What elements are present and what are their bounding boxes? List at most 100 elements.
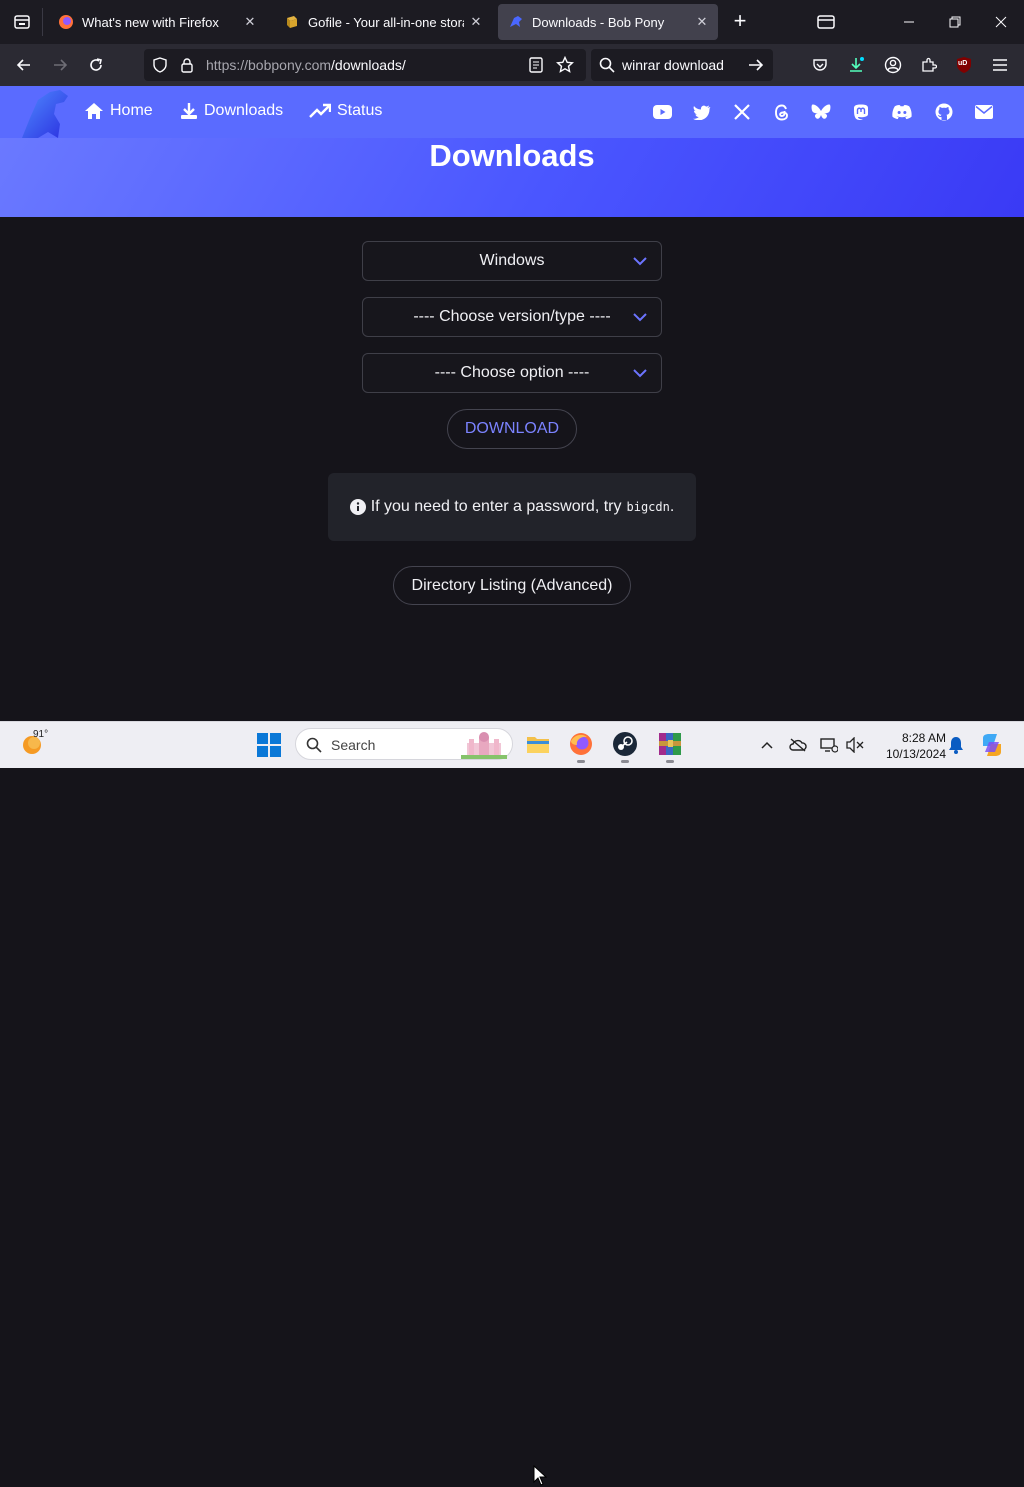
discord-link[interactable] bbox=[892, 102, 912, 122]
forward-button[interactable] bbox=[47, 52, 73, 78]
email-link[interactable] bbox=[974, 102, 994, 122]
youtube-link[interactable] bbox=[652, 102, 672, 122]
directory-listing-button[interactable]: Directory Listing (Advanced) bbox=[393, 566, 631, 605]
pocket-button[interactable] bbox=[807, 52, 833, 78]
ublock-origin-button[interactable]: uD bbox=[951, 52, 977, 78]
copilot-icon[interactable] bbox=[979, 732, 1005, 758]
running-indicator bbox=[621, 760, 629, 763]
os-select[interactable]: Windows bbox=[362, 241, 662, 281]
option-select[interactable]: ---- Choose option ---- bbox=[362, 353, 662, 393]
cloud-offline-icon bbox=[789, 738, 807, 752]
weather-temperature: 91° bbox=[33, 729, 49, 740]
notice-code: bigcdn bbox=[626, 500, 670, 514]
taskbar-search[interactable]: Search bbox=[295, 728, 513, 760]
close-window-button[interactable] bbox=[989, 10, 1013, 34]
search-go-arrow-icon[interactable] bbox=[748, 58, 764, 72]
new-tab-button[interactable]: + bbox=[728, 10, 752, 34]
tab-whats-new-firefox[interactable]: What's new with Firefox ✕ bbox=[48, 4, 266, 40]
chevron-down-icon bbox=[633, 257, 647, 266]
search-query: winrar download bbox=[622, 57, 724, 73]
nav-downloads[interactable]: Downloads bbox=[180, 102, 283, 120]
notifications-button[interactable] bbox=[946, 735, 966, 755]
firefox-view-icon bbox=[14, 15, 30, 29]
info-icon bbox=[349, 499, 366, 515]
hamburger-menu-icon bbox=[993, 59, 1007, 71]
volume-tray[interactable] bbox=[845, 735, 865, 755]
pocket-icon bbox=[813, 59, 827, 71]
windows-taskbar: 91° Search 8:28 AM 10/13/2024 bbox=[0, 721, 1024, 1486]
windows-start-icon[interactable] bbox=[257, 733, 281, 757]
back-button[interactable] bbox=[11, 52, 37, 78]
shield-icon[interactable] bbox=[152, 57, 168, 73]
tab-bob-pony-downloads[interactable]: Downloads - Bob Pony ✕ bbox=[498, 4, 718, 40]
running-indicator bbox=[666, 760, 674, 763]
reader-view-icon[interactable] bbox=[529, 57, 543, 73]
home-icon bbox=[85, 103, 103, 119]
clock-date: 10/13/2024 bbox=[885, 747, 946, 761]
clock-time: 8:28 AM bbox=[901, 731, 946, 745]
tab-separator bbox=[42, 8, 43, 36]
ublock-label: uD bbox=[958, 60, 968, 67]
search-bar[interactable]: winrar download bbox=[591, 49, 773, 81]
nav-downloads-label: Downloads bbox=[204, 102, 284, 119]
url-host: https://bobpony.com bbox=[206, 57, 332, 73]
download-button[interactable]: DOWNLOAD bbox=[447, 409, 577, 449]
nav-status[interactable]: Status bbox=[309, 102, 382, 120]
navigation-toolbar: https://bobpony.com/downloads/ winrar do… bbox=[0, 44, 1024, 86]
close-icon bbox=[995, 16, 1007, 28]
minimize-button[interactable] bbox=[897, 10, 921, 34]
threads-link[interactable] bbox=[772, 102, 792, 122]
account-icon bbox=[884, 56, 902, 74]
trending-up-icon bbox=[309, 103, 331, 118]
search-highlight-castle-icon bbox=[461, 732, 507, 759]
search-icon bbox=[306, 737, 322, 753]
close-tab-icon[interactable]: ✕ bbox=[238, 10, 262, 34]
list-all-tabs-icon[interactable] bbox=[816, 12, 836, 32]
bluesky-link[interactable] bbox=[811, 102, 831, 122]
close-tab-icon[interactable]: ✕ bbox=[464, 10, 488, 34]
restore-button[interactable] bbox=[943, 10, 967, 34]
show-hidden-icons-button[interactable] bbox=[757, 735, 777, 755]
x-link[interactable] bbox=[732, 102, 752, 122]
bobpony-logo[interactable] bbox=[20, 88, 72, 138]
extensions-button[interactable] bbox=[916, 52, 942, 78]
winrar-app-icon[interactable] bbox=[657, 731, 683, 757]
youtube-icon bbox=[652, 105, 672, 119]
bobpony-favicon-icon bbox=[510, 16, 522, 27]
url-text[interactable]: https://bobpony.com/downloads/ bbox=[206, 57, 406, 73]
version-select[interactable]: ---- Choose version/type ---- bbox=[362, 297, 662, 337]
reload-button[interactable] bbox=[83, 52, 109, 78]
account-button[interactable] bbox=[880, 52, 906, 78]
tab-title: What's new with Firefox bbox=[82, 14, 219, 30]
bookmark-star-icon[interactable] bbox=[556, 56, 574, 74]
file-explorer-icon[interactable] bbox=[525, 731, 551, 757]
network-monitor-icon bbox=[820, 738, 838, 753]
minimize-icon bbox=[904, 21, 914, 23]
site-navbar: Home Downloads Status bbox=[0, 86, 1024, 138]
page-title: Downloads bbox=[429, 138, 595, 173]
lock-icon[interactable] bbox=[180, 57, 194, 73]
nav-home-label: Home bbox=[110, 102, 153, 119]
version-select-value: ---- Choose version/type ---- bbox=[413, 308, 611, 325]
github-link[interactable] bbox=[934, 102, 954, 122]
close-tab-icon[interactable]: ✕ bbox=[690, 10, 714, 34]
mastodon-link[interactable] bbox=[851, 102, 871, 122]
twitter-link[interactable] bbox=[692, 102, 712, 122]
tab-gofile[interactable]: Gofile - Your all-in-one storage ✕ bbox=[274, 4, 492, 40]
url-bar[interactable]: https://bobpony.com/downloads/ bbox=[144, 49, 586, 81]
arrow-left-icon bbox=[16, 59, 30, 71]
taskbar-search-label: Search bbox=[331, 737, 376, 753]
chevron-down-icon bbox=[633, 313, 647, 322]
network-tray[interactable] bbox=[819, 735, 839, 755]
firefox-app-icon[interactable] bbox=[568, 731, 594, 757]
onedrive-tray[interactable] bbox=[788, 735, 808, 755]
app-menu-button[interactable] bbox=[987, 52, 1013, 78]
steam-app-icon[interactable] bbox=[612, 731, 638, 757]
tab-title: Gofile - Your all-in-one storage bbox=[308, 14, 464, 30]
firefox-view-button[interactable] bbox=[8, 8, 36, 36]
restore-icon bbox=[949, 16, 961, 28]
taskbar-clock[interactable]: 8:28 AM 10/13/2024 bbox=[872, 730, 946, 762]
downloads-button[interactable] bbox=[843, 52, 869, 78]
bell-icon bbox=[949, 737, 963, 754]
nav-home[interactable]: Home bbox=[84, 102, 153, 120]
